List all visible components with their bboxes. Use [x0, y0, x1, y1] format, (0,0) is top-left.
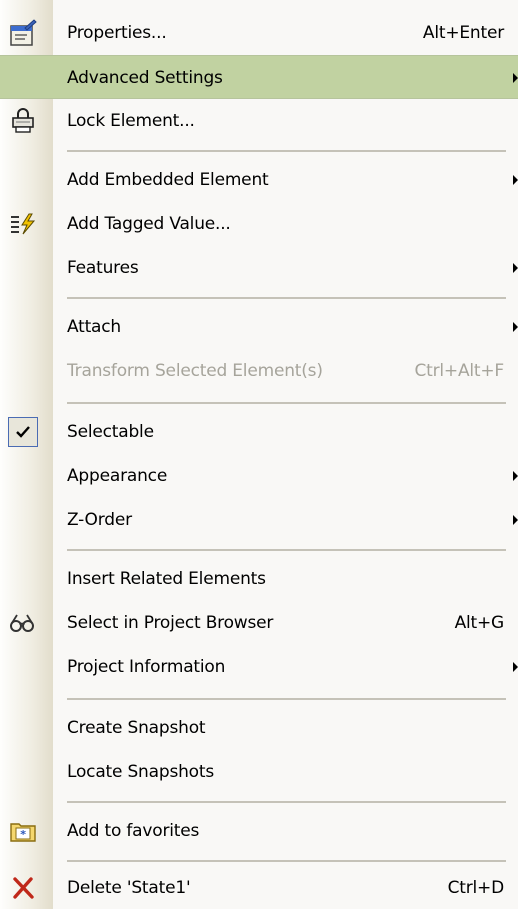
submenu-arrow-icon: [513, 515, 518, 525]
menu-item-label: Create Snapshot: [67, 718, 206, 738]
menu-item-transform-selected[interactable]: Transform Selected Element(s) Ctrl+Alt+F: [0, 349, 518, 393]
menu-item-advanced-settings[interactable]: Advanced Settings: [0, 55, 518, 99]
shortcut-text: Ctrl+D: [447, 878, 505, 898]
menu-item-delete[interactable]: Delete 'State1' Ctrl+D: [0, 866, 518, 910]
submenu-arrow-icon: [513, 322, 518, 332]
submenu-arrow-icon: [513, 263, 518, 273]
favorites-folder-icon: *: [8, 816, 38, 846]
binoculars-icon: [8, 608, 38, 638]
shortcut-text: Ctrl+Alt+F: [414, 361, 504, 381]
tagged-value-icon: [8, 209, 38, 239]
menu-item-insert-related[interactable]: Insert Related Elements: [0, 557, 518, 601]
menu-item-label: Features: [67, 258, 139, 278]
lock-printer-icon: [8, 106, 38, 136]
menu-separator: [67, 402, 506, 404]
submenu-arrow-icon: [513, 73, 518, 83]
menu-item-label: Locate Snapshots: [67, 762, 214, 782]
menu-item-locate-snapshots[interactable]: Locate Snapshots: [0, 750, 518, 794]
menu-item-label: Z-Order: [67, 510, 132, 530]
menu-item-label: Selectable: [67, 422, 154, 442]
properties-icon: [8, 18, 38, 48]
shortcut-text: Alt+G: [454, 613, 505, 633]
menu-item-z-order[interactable]: Z-Order: [0, 498, 518, 542]
checkmark-icon: [8, 417, 38, 447]
menu-item-add-embedded-element[interactable]: Add Embedded Element: [0, 158, 518, 202]
menu-separator: [67, 150, 506, 152]
svg-text:*: *: [20, 828, 26, 841]
menu-item-attach[interactable]: Attach: [0, 305, 518, 349]
menu-item-add-to-favorites[interactable]: * Add to favorites: [0, 809, 518, 853]
menu-item-label: Add Tagged Value...: [67, 214, 231, 234]
submenu-arrow-icon: [513, 471, 518, 481]
menu-item-label: Attach: [67, 317, 122, 337]
menu-item-label: Appearance: [67, 466, 168, 486]
menu-item-properties[interactable]: Properties... Alt+Enter: [0, 11, 518, 55]
menu-separator: [67, 698, 506, 700]
menu-item-label: Delete 'State1': [67, 878, 191, 898]
menu-item-label: Properties...: [67, 23, 167, 43]
menu-separator: [67, 297, 506, 299]
menu-item-add-tagged-value[interactable]: Add Tagged Value...: [0, 202, 518, 246]
menu-item-label: Advanced Settings: [67, 68, 223, 88]
menu-item-label: Add to favorites: [67, 821, 200, 841]
menu-separator: [67, 860, 506, 862]
context-menu: Properties... Alt+Enter Advanced Setting…: [0, 0, 518, 909]
checkmark-box: [8, 417, 38, 447]
delete-x-icon: [8, 873, 38, 903]
menu-item-selectable[interactable]: Selectable: [0, 410, 518, 454]
submenu-arrow-icon: [513, 175, 518, 185]
menu-item-label: Lock Element...: [67, 111, 195, 131]
menu-item-label: Insert Related Elements: [67, 569, 266, 589]
menu-separator: [67, 549, 506, 551]
submenu-arrow-icon: [513, 662, 518, 672]
menu-item-appearance[interactable]: Appearance: [0, 454, 518, 498]
shortcut-text: Alt+Enter: [422, 23, 504, 43]
menu-item-project-information[interactable]: Project Information: [0, 645, 518, 689]
menu-item-create-snapshot[interactable]: Create Snapshot: [0, 706, 518, 750]
menu-item-label: Select in Project Browser: [67, 613, 274, 633]
menu-item-label: Transform Selected Element(s): [67, 361, 323, 381]
menu-item-label: Project Information: [67, 657, 226, 677]
menu-separator: [67, 801, 506, 803]
menu-item-features[interactable]: Features: [0, 246, 518, 290]
menu-item-select-in-project-browser[interactable]: Select in Project Browser Alt+G: [0, 601, 518, 645]
menu-item-label: Add Embedded Element: [67, 170, 269, 190]
menu-item-lock-element[interactable]: Lock Element...: [0, 99, 518, 143]
